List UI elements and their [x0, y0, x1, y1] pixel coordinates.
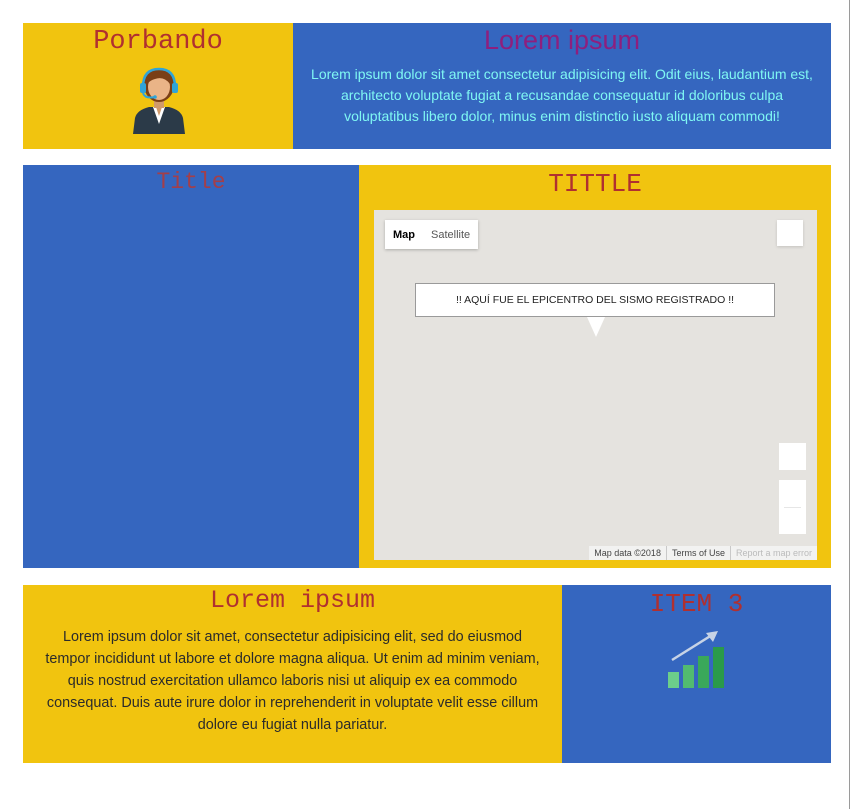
zoom-control [779, 480, 806, 534]
footer-title: Lorem ipsum [209, 586, 376, 615]
footer-text-panel: Lorem ipsum Lorem ipsum dolor sit amet, … [23, 585, 562, 763]
zoom-divider [784, 507, 801, 508]
footer-text: Lorem ipsum dolor sit amet, consectetur … [45, 629, 540, 733]
growth-chart-icon [668, 631, 724, 688]
zoom-out-button[interactable] [779, 507, 806, 534]
info-window-pointer [587, 317, 605, 337]
terms-of-use-link[interactable]: Terms of Use [667, 546, 730, 560]
left-panel: Title [23, 165, 359, 568]
fullscreen-button[interactable] [777, 220, 803, 246]
map-type-control: Map Satellite [385, 220, 479, 249]
map-panel-title: TITTLE [548, 169, 642, 199]
map-attribution-bar: Map data ©2018 Terms of Use Report a map… [589, 546, 817, 560]
map-info-window: !! AQUÍ FUE EL EPICENTRO DEL SISMO REGIS… [415, 283, 775, 317]
footer-section: Lorem ipsum Lorem ipsum dolor sit amet, … [23, 585, 831, 763]
header-section: Porbando Lorem ipsum Lorem ipsum dolor s… [23, 23, 831, 149]
street-view-button[interactable] [779, 443, 806, 470]
item3-panel: ITEM 3 [562, 585, 831, 763]
zoom-in-button[interactable] [779, 480, 806, 507]
support-agent-icon [133, 67, 185, 134]
intro-title: Lorem ipsum [483, 25, 641, 55]
map-type-map-button[interactable]: Map [385, 220, 423, 249]
report-map-error-link[interactable]: Report a map error [731, 546, 817, 560]
intro-text: Lorem ipsum dolor sit amet consectetur a… [311, 66, 813, 124]
page-divider-line [849, 0, 850, 809]
left-panel-title: Title [156, 169, 226, 195]
brand-title: Porbando [93, 27, 223, 57]
intro-panel: Lorem ipsum Lorem ipsum dolor sit amet c… [293, 23, 831, 149]
map-canvas[interactable]: Map Satellite !! AQUÍ FUE EL EPICENTRO D… [374, 210, 817, 560]
map-panel: TITTLE Map Satellite !! AQUÍ FUE EL EPIC… [359, 165, 831, 568]
middle-section: Title TITTLE Map Satellite !! AQUÍ FUE E… [23, 165, 831, 568]
brand-panel: Porbando [23, 23, 293, 149]
item3-title: ITEM 3 [649, 589, 744, 619]
map-data-attribution: Map data ©2018 [594, 548, 661, 558]
map-type-satellite-button[interactable]: Satellite [423, 220, 479, 249]
